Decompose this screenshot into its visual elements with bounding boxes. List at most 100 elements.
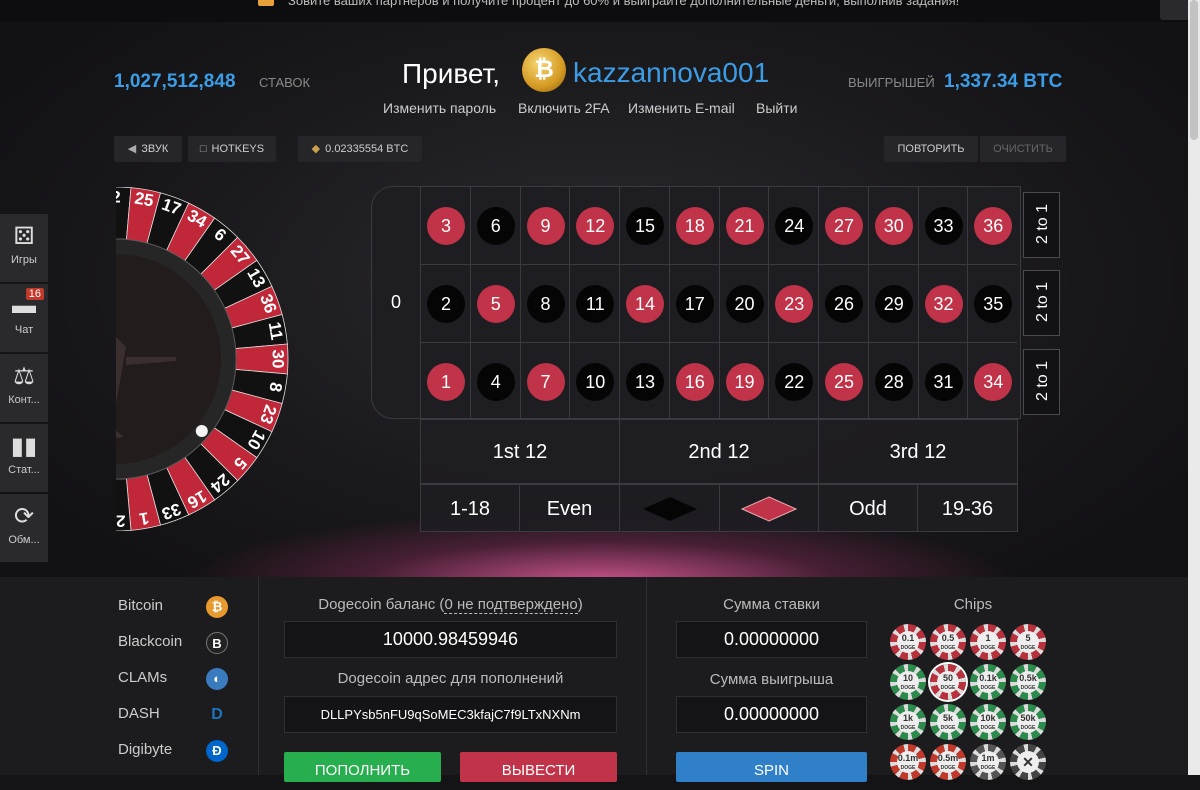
number-cell-21[interactable]: 21: [718, 186, 769, 264]
deposit-button[interactable]: ПОПОЛНИТЬ: [284, 752, 441, 782]
chip-0.5k[interactable]: 0.5k DOGE: [1010, 664, 1046, 700]
number-cell-30[interactable]: 30: [867, 186, 918, 264]
number-cell-1[interactable]: 1: [420, 342, 470, 420]
even-bet[interactable]: Even: [519, 484, 620, 532]
high-bet[interactable]: 19-36: [917, 484, 1018, 532]
number-cell-15[interactable]: 15: [619, 186, 669, 264]
chip-50[interactable]: 50 DOGE: [930, 664, 966, 700]
sidebar-item-chat[interactable]: ▬ 16 Чат: [0, 284, 48, 352]
wallet-icon: ◆: [311, 143, 321, 155]
dozen-3-bet[interactable]: 3rd 12: [818, 419, 1018, 484]
dozen-1-bet[interactable]: 1st 12: [420, 419, 620, 484]
number-label: 25: [825, 363, 863, 401]
number-cell-26[interactable]: 26: [818, 264, 868, 342]
sound-button[interactable]: ◀ ЗВУК: [114, 136, 182, 162]
number-cell-31[interactable]: 31: [917, 342, 968, 420]
chip-0.1k[interactable]: 0.1k DOGE: [970, 664, 1006, 700]
number-cell-13[interactable]: 13: [619, 342, 669, 420]
clear-button[interactable]: ОЧИСТИТЬ: [980, 136, 1066, 162]
number-cell-17[interactable]: 17: [668, 264, 719, 342]
number-cell-12[interactable]: 12: [569, 186, 620, 264]
column-bet-bottom[interactable]: 2 to 1: [1023, 349, 1060, 415]
number-cell-25[interactable]: 25: [818, 342, 868, 420]
number-cell-6[interactable]: 6: [469, 186, 520, 264]
withdraw-button[interactable]: ВЫВЕСТИ: [460, 752, 617, 782]
notice-close-button[interactable]: [1160, 0, 1190, 20]
logout-link[interactable]: Выйти: [756, 100, 797, 116]
chip-value: 50 DOGE: [937, 671, 959, 693]
number-cell-32[interactable]: 32: [917, 264, 968, 342]
repeat-button[interactable]: ПОВТОРИТЬ: [884, 136, 978, 162]
number-cell-27[interactable]: 27: [818, 186, 868, 264]
sidebar-item-stats[interactable]: ▮▮ Стат...: [0, 424, 48, 492]
sidebar-item-contracts[interactable]: ⚖ Конт...: [0, 354, 48, 422]
chip-1[interactable]: 1 DOGE: [970, 624, 1006, 660]
chip-50k[interactable]: 50k DOGE: [1010, 704, 1046, 740]
number-label: 19: [725, 363, 764, 401]
number-cell-18[interactable]: 18: [668, 186, 719, 264]
chip-0.1[interactable]: 0.1 DOGE: [890, 624, 926, 660]
number-cell-11[interactable]: 11: [569, 264, 620, 342]
number-cell-2[interactable]: 2: [420, 264, 470, 342]
coin-item-blackcoin[interactable]: Blackcoin B: [118, 624, 256, 660]
balance-button[interactable]: ◆ 0.02335554 BTC: [298, 136, 422, 162]
chip-5k[interactable]: 5k DOGE: [930, 704, 966, 740]
number-cell-35[interactable]: 35: [967, 264, 1018, 342]
number-cell-19[interactable]: 19: [718, 342, 769, 420]
address-field[interactable]: DLLPYsb5nFU9qSoMEC3kfajC7f9LTxNXNm: [284, 696, 617, 733]
number-cell-29[interactable]: 29: [867, 264, 918, 342]
unconfirmed-link[interactable]: 0 не подтверждено: [444, 596, 578, 614]
zero-cell[interactable]: 0: [372, 186, 420, 418]
number-cell-22[interactable]: 22: [768, 342, 819, 420]
red-bet[interactable]: [719, 484, 819, 532]
chip-5[interactable]: 5 DOGE: [1010, 624, 1046, 660]
change-password-link[interactable]: Изменить пароль: [383, 100, 496, 116]
number-cell-16[interactable]: 16: [668, 342, 719, 420]
chip-10k[interactable]: 10k DOGE: [970, 704, 1006, 740]
number-cell-23[interactable]: 23: [768, 264, 819, 342]
number-cell-5[interactable]: 5: [469, 264, 520, 342]
spin-button[interactable]: SPIN: [676, 752, 867, 782]
number-cell-7[interactable]: 7: [519, 342, 570, 420]
number-cell-24[interactable]: 24: [768, 186, 819, 264]
bet-amount-input[interactable]: 0.00000000: [676, 621, 867, 658]
chip-value-text: 0.1k: [979, 673, 997, 683]
chip-unit: DOGE: [980, 645, 996, 651]
coin-item-digibyte[interactable]: Digibyte Ð: [118, 732, 256, 768]
number-cell-9[interactable]: 9: [519, 186, 570, 264]
number-cell-33[interactable]: 33: [917, 186, 968, 264]
sidebar-item-games[interactable]: ⚄ Игры: [0, 214, 48, 282]
number-cell-28[interactable]: 28: [867, 342, 918, 420]
chip-value: 0.5 DOGE: [937, 631, 959, 653]
change-email-link[interactable]: Изменить E-mail: [628, 100, 735, 116]
number-cell-36[interactable]: 36: [967, 186, 1018, 264]
black-bet[interactable]: [619, 484, 720, 532]
number-cell-4[interactable]: 4: [469, 342, 520, 420]
column-bet-middle[interactable]: 2 to 1: [1023, 270, 1060, 336]
number-cell-20[interactable]: 20: [718, 264, 769, 342]
number-cell-14[interactable]: 14: [619, 264, 669, 342]
number-cell-10[interactable]: 10: [569, 342, 620, 420]
odd-bet[interactable]: Odd: [818, 484, 918, 532]
coin-item-dash[interactable]: DASH D: [118, 696, 256, 732]
chip-0.5[interactable]: 0.5 DOGE: [930, 624, 966, 660]
chip-value-text: 50k: [1020, 713, 1036, 723]
coin-name: Digibyte: [118, 741, 173, 758]
number-cell-34[interactable]: 34: [967, 342, 1018, 420]
low-bet[interactable]: 1-18: [420, 484, 520, 532]
coin-item-clams[interactable]: CLAMs ◐: [118, 660, 256, 696]
page-scrollbar[interactable]: [1188, 0, 1200, 775]
number-cell-8[interactable]: 8: [519, 264, 570, 342]
number-label: 31: [924, 363, 963, 401]
coin-item-bitcoin[interactable]: Bitcoin ₿: [118, 588, 256, 624]
sidebar-item-exchange[interactable]: ⟳ Обм...: [0, 494, 48, 562]
chip-10[interactable]: 10 DOGE: [890, 664, 926, 700]
dozen-2-bet[interactable]: 2nd 12: [619, 419, 819, 484]
number-cell-3[interactable]: 3: [420, 186, 470, 264]
enable-2fa-link[interactable]: Включить 2FA: [518, 100, 610, 116]
scrollbar-thumb[interactable]: [1190, 0, 1198, 140]
chip-1k[interactable]: 1k DOGE: [890, 704, 926, 740]
column-bet-top[interactable]: 2 to 1: [1023, 192, 1060, 258]
column-bet-label: 2 to 1: [1034, 203, 1051, 245]
hotkeys-button[interactable]: □ HOTKEYS: [188, 136, 276, 162]
